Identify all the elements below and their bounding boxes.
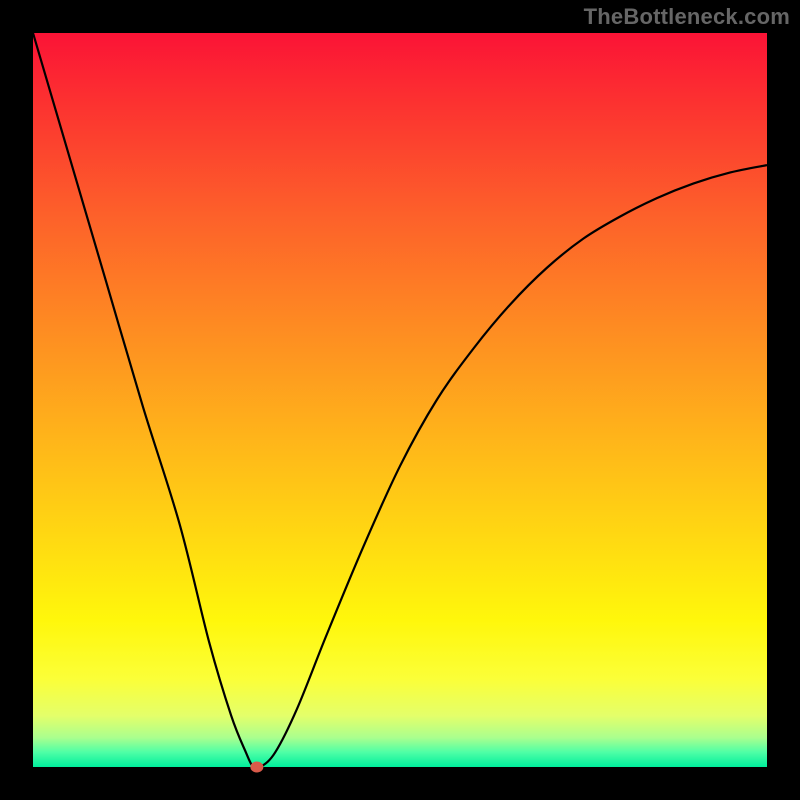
watermark-text: TheBottleneck.com [584, 4, 790, 30]
optimal-marker [251, 762, 263, 772]
plot-area [33, 33, 767, 767]
chart-frame: TheBottleneck.com [0, 0, 800, 800]
chart-svg [33, 33, 767, 767]
bottleneck-curve [33, 33, 767, 769]
